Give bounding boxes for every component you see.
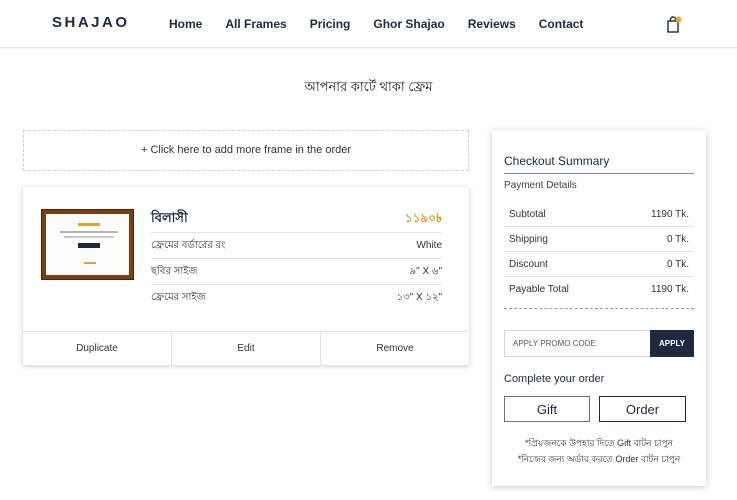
complete-order-label: Complete your order: [504, 373, 605, 385]
shopping-bag-icon[interactable]: [666, 16, 682, 34]
logo[interactable]: SHAJAO: [52, 14, 130, 31]
cart-item-card: বিলাসী ১১৯০৳ ফ্রেমের বর্ডারের রং White ছ…: [23, 187, 469, 365]
checkout-summary: Checkout Summary Payment Details Subtota…: [492, 130, 706, 486]
edit-button[interactable]: Edit: [171, 332, 320, 365]
payable-total-row: Payable Total 1190 Tk.: [504, 277, 694, 302]
row-value: 1190 Tk.: [651, 209, 689, 220]
site-header: SHAJAO Home All Frames Pricing Ghor Shaj…: [0, 0, 737, 48]
discount-row: Discount 0 Tk.: [504, 252, 694, 277]
promo-code-form: APPLY: [504, 330, 694, 357]
detail-label: ফ্রেমের বর্ডারের রং: [151, 240, 226, 251]
row-value: 0 Tk.: [666, 234, 689, 245]
add-frame-button[interactable]: + Click here to add more frame in the or…: [23, 130, 469, 171]
shipping-row: Shipping 0 Tk.: [504, 227, 694, 252]
detail-label: ছবির সাইজ: [151, 266, 198, 277]
nav-home[interactable]: Home: [169, 17, 202, 31]
row-value: 1190 Tk.: [651, 284, 689, 295]
divider: [504, 173, 694, 174]
nav-all-frames[interactable]: All Frames: [225, 17, 286, 31]
frame-thumbnail[interactable]: [41, 209, 134, 280]
remove-button[interactable]: Remove: [320, 332, 469, 365]
payment-details-label: Payment Details: [504, 180, 577, 191]
row-label: Shipping: [509, 234, 548, 245]
checkout-title: Checkout Summary: [504, 154, 610, 168]
dashed-divider: [504, 308, 694, 309]
detail-value: White: [416, 240, 442, 251]
main-nav: Home All Frames Pricing Ghor Shajao Revi…: [169, 17, 606, 31]
nav-ghor-shajao[interactable]: Ghor Shajao: [373, 17, 444, 31]
order-button[interactable]: Order: [599, 396, 686, 422]
item-actions: Duplicate Edit Remove: [23, 331, 469, 365]
duplicate-button[interactable]: Duplicate: [23, 332, 171, 365]
nav-contact[interactable]: Contact: [539, 17, 584, 31]
item-price: ১১৯০৳: [404, 211, 442, 225]
apply-promo-button[interactable]: APPLY: [650, 330, 694, 357]
subtotal-row: Subtotal 1190 Tk.: [504, 202, 694, 227]
detail-value: ৯" X ৬": [409, 266, 442, 277]
order-note: *নিজের জন্য অর্ডার করতে Order বাটন চাপুন: [517, 454, 681, 464]
row-label: Payable Total: [509, 284, 569, 295]
cart-badge: [675, 16, 682, 23]
gift-button[interactable]: Gift: [504, 396, 590, 422]
detail-row-photo-size: ছবির সাইজ ৯" X ৬": [151, 258, 442, 284]
nav-pricing[interactable]: Pricing: [310, 17, 351, 31]
detail-row-frame-size: ফ্রেমের সাইজ ১৩" X ১২": [151, 284, 442, 310]
payment-table: Subtotal 1190 Tk. Shipping 0 Tk. Discoun…: [504, 202, 694, 302]
detail-label: ফ্রেমের সাইজ: [151, 292, 206, 303]
detail-value: ১৩" X ১২": [396, 292, 442, 303]
nav-reviews[interactable]: Reviews: [468, 17, 516, 31]
page-title: আপনার কার্টে থাকা ফ্রেম: [304, 79, 433, 94]
item-name: বিলাসী: [151, 210, 188, 225]
promo-code-input[interactable]: [504, 330, 650, 357]
row-value: 0 Tk.: [666, 259, 689, 270]
gift-note: *প্রিয়জনকে উপহার দিতে Gift বাটন চাপুন: [525, 438, 673, 448]
row-label: Discount: [509, 259, 548, 270]
detail-row-border-color: ফ্রেমের বর্ডারের রং White: [151, 232, 442, 258]
row-label: Subtotal: [509, 209, 546, 220]
